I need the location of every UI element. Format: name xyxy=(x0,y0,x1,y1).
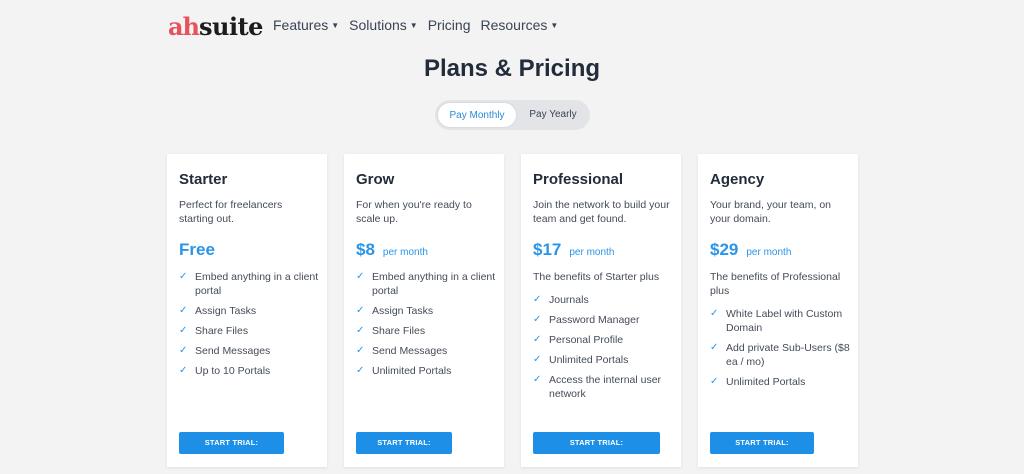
feature-item: ✓ Up to 10 Portals xyxy=(179,365,271,377)
nav-features[interactable]: Features ▼ xyxy=(273,17,339,33)
check-icon: ✓ xyxy=(356,365,365,376)
feature-list: ✓ Journals ✓ Password Manager ✓ Personal Pr… xyxy=(533,293,673,407)
start-trial-agency-button[interactable]: START TRIAL: AGENCY xyxy=(710,432,814,469)
plan-description: Perfect for freelancers starting out. xyxy=(179,199,283,225)
check-icon: ✓ xyxy=(533,314,542,325)
check-icon: ✓ xyxy=(533,374,542,385)
plan-name: Starter xyxy=(179,171,228,188)
check-icon: ✓ xyxy=(710,376,719,387)
nav-resources[interactable]: Resources ▼ xyxy=(480,17,558,33)
check-icon: ✓ xyxy=(533,294,542,305)
logo-text: suite xyxy=(199,12,263,41)
check-icon: ✓ xyxy=(533,354,542,365)
start-trial-grow-button[interactable]: START TRIAL: GROW xyxy=(356,432,452,469)
feature-item: ✓ Share Files xyxy=(356,325,426,337)
chevron-down-icon: ▼ xyxy=(331,20,340,30)
nav-features-label: Features xyxy=(273,17,329,33)
price-period: per month xyxy=(569,247,615,258)
benefits-intro: The benefits of Professional plus xyxy=(710,271,841,297)
check-icon: ✓ xyxy=(710,308,719,319)
plan-description: Your brand, your team, on your domain. xyxy=(710,199,832,225)
pay-monthly-toggle[interactable]: Pay Monthly xyxy=(437,102,517,128)
price-row: $29 per month xyxy=(710,240,791,260)
billing-toggle: Pay Monthly Pay Yearly xyxy=(435,100,590,130)
plan-price: $17 xyxy=(533,240,562,259)
price-period: per month xyxy=(746,247,792,258)
feature-item: ✓ Share Files xyxy=(179,325,249,337)
feature-item: ✓ White Label with Custom Domain xyxy=(710,308,843,334)
price-row: $8 per month xyxy=(356,240,428,260)
benefits-intro: The benefits of Starter plus xyxy=(533,271,660,283)
chevron-down-icon: ▼ xyxy=(409,20,418,30)
feature-item: ✓ Journals xyxy=(533,294,589,306)
feature-item: ✓ Access the internal user network xyxy=(533,374,662,400)
plan-name: Professional xyxy=(533,171,624,188)
check-icon: ✓ xyxy=(533,334,542,345)
feature-item: ✓ Unlimited Portals xyxy=(710,376,806,388)
feature-item: ✓ Embed anything in a client portal xyxy=(179,271,319,297)
plan-name: Agency xyxy=(710,171,765,188)
main-nav: Features ▼ Solutions ▼ Pricing Resources… xyxy=(273,17,558,33)
feature-item: ✓ Unlimited Portals xyxy=(356,365,452,377)
start-trial-starter-button[interactable]: START TRIAL: STARTER xyxy=(179,432,284,469)
plan-description: For when you're ready to scale up. xyxy=(356,199,472,225)
page-title: Plans & Pricing xyxy=(423,55,601,82)
ahsuite-logo[interactable]: ah suite xyxy=(168,12,263,41)
check-icon: ✓ xyxy=(179,325,188,336)
plan-card-starter: Starter Perfect for freelancers starting… xyxy=(167,154,327,469)
check-icon: ✓ xyxy=(356,345,365,356)
nav-resources-label: Resources xyxy=(480,17,548,33)
price-row: Free xyxy=(179,240,215,260)
top-navigation-bar: ah suite Features ▼ Solutions ▼ Pricing … xyxy=(0,0,1024,52)
nav-pricing-label: Pricing xyxy=(427,17,471,33)
price-period: per month xyxy=(382,247,428,258)
feature-item: ✓ Password Manager xyxy=(533,314,640,326)
plan-price: $29 xyxy=(710,240,739,259)
plan-card-professional: Professional Join the network to build y… xyxy=(521,154,681,469)
chevron-down-icon: ▼ xyxy=(550,20,559,30)
feature-item: ✓ Assign Tasks xyxy=(356,305,434,317)
feature-item: ✓ Unlimited Portals xyxy=(533,354,629,366)
plan-card-grow: Grow For when you're ready to scale up. … xyxy=(344,154,504,469)
check-icon: ✓ xyxy=(179,345,188,356)
nav-solutions-label: Solutions xyxy=(349,17,407,33)
plan-card-agency: Agency Your brand, your team, on your do… xyxy=(698,154,858,469)
price-row: $17 per month xyxy=(533,240,614,260)
feature-list: ✓ Embed anything in a client portal ✓ Assi… xyxy=(356,270,496,384)
check-icon: ✓ xyxy=(179,305,188,316)
logo-mark: ah xyxy=(168,12,200,41)
feature-item: ✓ Send Messages xyxy=(356,345,448,357)
check-icon: ✓ xyxy=(179,365,188,376)
nav-solutions[interactable]: Solutions ▼ xyxy=(349,17,418,33)
start-trial-professional-button[interactable]: START TRIAL: PROFESSIONAL xyxy=(533,432,660,469)
check-icon: ✓ xyxy=(356,325,365,336)
check-icon: ✓ xyxy=(710,342,719,353)
nav-pricing[interactable]: Pricing xyxy=(428,17,471,33)
plan-description: Join the network to build your team and … xyxy=(533,199,670,225)
feature-item: ✓ Add private Sub-Users ($8 ea / mo) xyxy=(710,342,850,368)
feature-item: ✓ Personal Profile xyxy=(533,334,624,346)
feature-item: ✓ Embed anything in a client portal xyxy=(356,271,496,297)
feature-item: ✓ Assign Tasks xyxy=(179,305,257,317)
check-icon: ✓ xyxy=(356,271,365,282)
feature-item: ✓ Send Messages xyxy=(179,345,271,357)
check-icon: ✓ xyxy=(356,305,365,316)
check-icon: ✓ xyxy=(179,271,188,282)
plan-price: Free xyxy=(179,240,215,259)
plan-name: Grow xyxy=(356,171,395,188)
plan-price: $8 xyxy=(356,240,375,259)
feature-list: ✓ White Label with Custom Domain ✓ Add pri… xyxy=(710,307,850,395)
pay-yearly-toggle[interactable]: Pay Yearly xyxy=(519,102,587,128)
feature-list: ✓ Embed anything in a client portal ✓ Assi… xyxy=(179,270,319,384)
